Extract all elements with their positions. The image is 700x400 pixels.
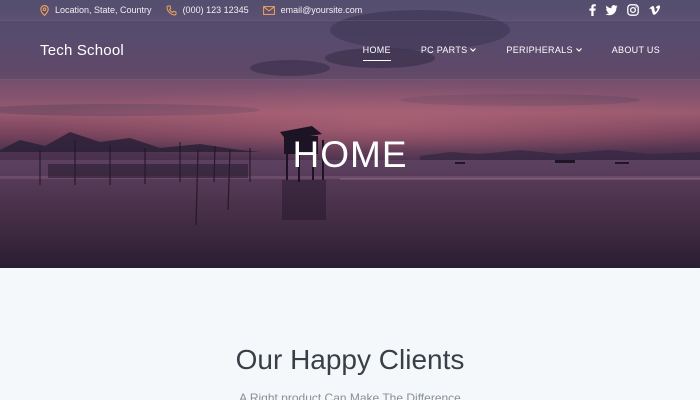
nav-item-label: PERIPHERALS [506,45,573,55]
email-text: email@yoursite.com [280,5,363,15]
nav-item-label: ABOUT US [611,45,660,55]
contact-location: Location, State, Country [40,4,152,16]
phone-text: (000) 123 12345 [182,5,249,15]
section-title: Our Happy Clients [235,344,465,375]
hero-banner: Location, State, Country (000) 123 12345… [0,0,700,268]
clients-section: Our Happy Clients A Right product Can Ma… [0,268,700,400]
nav-menu: HOME PC PARTS PERIPHERALS ABOUT US [333,41,660,61]
section-subtitle: A Right product Can Make The Difference [239,391,461,400]
vimeo-icon[interactable] [648,5,660,16]
nav-item-peripherals[interactable]: PERIPHERALS [506,41,582,59]
phone-icon [166,5,177,16]
contact-phone[interactable]: (000) 123 12345 [166,5,249,16]
nav-item-home[interactable]: HOME [362,41,392,61]
nav-item-about-us[interactable]: ABOUT US [612,41,660,59]
social-links [589,4,660,16]
location-text: Location, State, Country [55,5,152,15]
envelope-icon [262,5,275,15]
contact-email[interactable]: email@yoursite.com [262,5,363,15]
chevron-down-icon [575,48,582,52]
nav-item-label: HOME [362,45,391,55]
nav-item-label: PC PARTS [420,45,468,55]
twitter-icon[interactable] [605,4,618,16]
top-bar: Location, State, Country (000) 123 12345… [0,0,700,20]
chevron-down-icon [470,48,477,52]
main-navbar: Tech School HOME PC PARTS PERIPHERALS AB… [0,20,700,80]
instagram-icon[interactable] [627,4,639,16]
facebook-icon[interactable] [589,4,596,16]
hero-title: HOME [292,134,408,175]
nav-item-pc-parts[interactable]: PC PARTS [421,41,477,59]
brand-logo[interactable]: Tech School [40,42,124,59]
map-pin-icon [40,4,49,16]
